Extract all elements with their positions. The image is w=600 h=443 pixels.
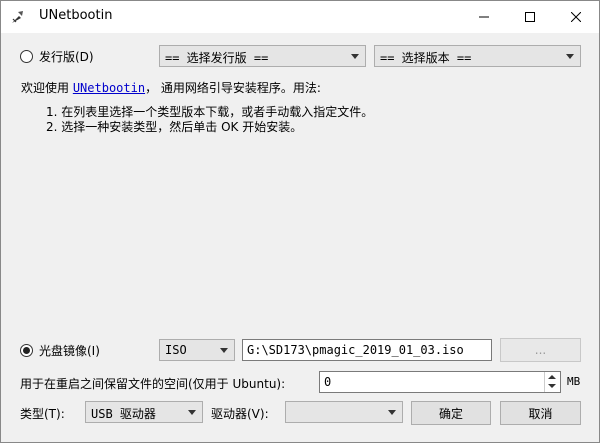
image-type-select[interactable]: ISO xyxy=(159,339,235,361)
intro-suffix: ， 通用网络引导安装程序。用法: xyxy=(145,81,321,95)
intro-prefix: 欢迎使用 xyxy=(21,81,73,95)
title-bar[interactable]: UNetbootin xyxy=(1,1,599,33)
persistence-spinner[interactable] xyxy=(544,372,560,392)
minimize-icon xyxy=(479,16,489,18)
ok-button[interactable]: 确定 xyxy=(411,401,491,425)
diskimage-radio[interactable] xyxy=(20,344,33,357)
install-type-select[interactable]: USB 驱动器 xyxy=(85,401,203,423)
drive-select[interactable] xyxy=(285,401,403,423)
cancel-button[interactable]: 取消 xyxy=(500,401,581,425)
distribution-select[interactable]: == 选择发行版 == xyxy=(159,45,366,67)
usage-steps: 1. 在列表里选择一个类型版本下载，或者手动载入指定文件。 2. 选择一种安装类… xyxy=(46,105,373,135)
unetbootin-window: UNetbootin 发行版(D) == 选择发行版 == == 选择版本 ==… xyxy=(0,0,600,443)
close-button[interactable] xyxy=(553,1,599,33)
app-icon xyxy=(12,11,23,23)
chevron-down-icon xyxy=(388,410,396,415)
usage-step: 1. 在列表里选择一个类型版本下载，或者手动载入指定文件。 xyxy=(46,105,374,119)
chevron-down-icon xyxy=(351,54,359,59)
diskimage-label: 光盘镜像(I) xyxy=(39,344,100,358)
usage-step: 2. 选择一种安装类型，然后单击 OK 开始安装。 xyxy=(46,120,303,134)
unetbootin-link[interactable]: UNetbootin xyxy=(73,81,145,95)
close-icon xyxy=(571,12,581,22)
chevron-down-icon xyxy=(188,410,196,415)
image-type-value: ISO xyxy=(165,343,187,357)
intro-text: 欢迎使用 UNetbootin， 通用网络引导安装程序。用法: xyxy=(21,79,321,96)
spin-up-icon[interactable] xyxy=(548,375,556,379)
chevron-down-icon xyxy=(220,348,228,353)
type-label: 类型(T): xyxy=(20,407,65,421)
version-select[interactable]: == 选择版本 == xyxy=(374,45,581,67)
distribution-label: 发行版(D) xyxy=(39,50,94,64)
distribution-radio[interactable] xyxy=(20,50,33,63)
chevron-down-icon xyxy=(566,54,574,59)
distribution-select-value: == 选择发行版 == xyxy=(165,51,269,65)
version-select-value: == 选择版本 == xyxy=(380,51,472,65)
persistence-label: 用于在重启之间保留文件的空间(仅用于 Ubuntu): xyxy=(20,377,286,391)
window-title: UNetbootin xyxy=(39,8,113,23)
image-path-input[interactable]: G:\SD173\pmagic_2019_01_03.iso xyxy=(242,339,492,361)
persistence-unit: MB xyxy=(567,375,581,388)
spin-down-icon[interactable] xyxy=(548,384,556,388)
maximize-icon xyxy=(525,12,535,22)
drive-label: 驱动器(V): xyxy=(211,407,269,421)
minimize-button[interactable] xyxy=(461,1,507,33)
browse-button[interactable]: ... xyxy=(500,338,581,362)
maximize-button[interactable] xyxy=(507,1,553,33)
install-type-value: USB 驱动器 xyxy=(91,407,156,421)
persistence-input[interactable]: 0 xyxy=(319,371,561,393)
